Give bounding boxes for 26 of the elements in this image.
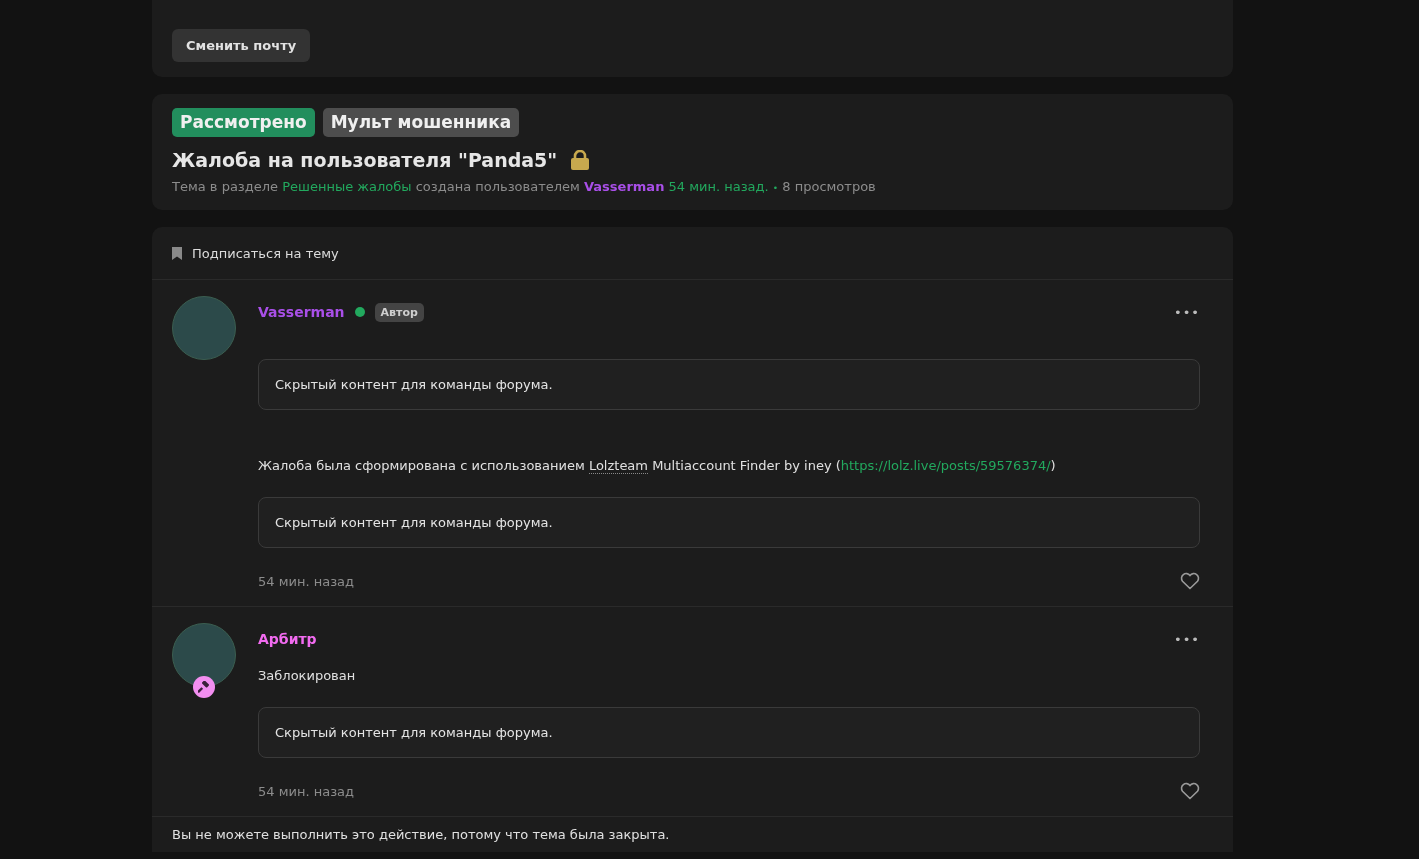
more-menu-button[interactable]: ••• xyxy=(1174,304,1200,320)
post-text: Жалоба была сформирована с использованием Lolzteam Multiaccount Finder by iney (https://lolz.live/posts/59576374/) xyxy=(258,457,1057,475)
change-email-button[interactable]: Сменить почту xyxy=(172,29,311,62)
post-link[interactable]: https://lolz.live/posts/59576374/ xyxy=(840,458,1051,473)
time-link[interactable]: 54 мин. назад. xyxy=(668,179,769,194)
like-heart-icon[interactable] xyxy=(1180,782,1200,800)
username-link[interactable]: Арбитр xyxy=(258,631,317,647)
post-time[interactable]: 54 мин. назад xyxy=(258,573,355,589)
author-badge: Автор xyxy=(374,302,424,322)
bookmark-icon[interactable] xyxy=(172,246,182,260)
forum-link[interactable]: Решенные жалобы xyxy=(282,179,412,194)
closed-thread-notice: Вы не можете выполнить это действие, потому что тема была закрыта. xyxy=(171,826,671,844)
hidden-content-block: Скрытый контент для команды форума. xyxy=(258,359,1200,410)
more-menu-button[interactable]: ••• xyxy=(1174,631,1200,647)
thread-prefix[interactable]: Мульт мошенника xyxy=(322,108,520,137)
thread-prefix[interactable]: Рассмотрено xyxy=(172,108,315,137)
like-heart-icon[interactable] xyxy=(1180,572,1200,590)
thread-title: Жалоба на пользователя "Panda5" xyxy=(172,149,558,171)
username-link[interactable]: Vasserman xyxy=(258,304,345,320)
hidden-content-block: Скрытый контент для команды форума. xyxy=(258,707,1200,758)
hidden-content-block: Скрытый контент для команды форума. xyxy=(258,497,1200,548)
post-time[interactable]: 54 мин. назад xyxy=(258,783,355,799)
post-text: Заблокирован xyxy=(258,667,357,685)
subscribe-link[interactable]: Подписаться на тему xyxy=(192,245,339,261)
thread-meta: Тема в разделе Решенные жалобы создана пользователем Vasserman 54 мин. назад. • 8 просмотров xyxy=(172,179,877,194)
author-link[interactable]: Vasserman xyxy=(584,179,665,194)
